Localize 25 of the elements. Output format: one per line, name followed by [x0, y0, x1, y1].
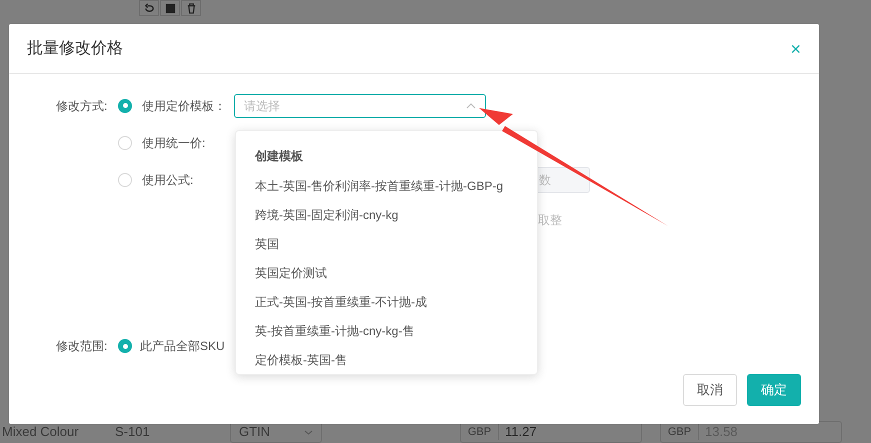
- sku-cell-text: S-101: [115, 423, 151, 442]
- dropdown-option[interactable]: 英国: [236, 229, 537, 258]
- cancel-button[interactable]: 取消: [683, 374, 737, 406]
- dialog-title: 批量修改价格: [27, 38, 123, 58]
- method-option-label[interactable]: 使用统一价:: [142, 134, 206, 152]
- method-label: 修改方式:: [56, 98, 108, 112]
- method-option-label[interactable]: 使用公式:: [142, 170, 194, 188]
- scope-option-label[interactable]: 此产品全部SKU: [140, 337, 225, 355]
- caret-icon: [466, 102, 476, 108]
- dropdown-option[interactable]: 正式-英国-按首重续重-不计抛-成: [236, 287, 537, 316]
- scope-label: 修改范围:: [56, 338, 108, 355]
- chevron-icon: [304, 430, 313, 434]
- price-value: 11.27: [504, 423, 537, 442]
- radio-button[interactable]: [118, 98, 132, 112]
- trash-icon[interactable]: [181, 0, 201, 16]
- radio-button[interactable]: [118, 136, 132, 150]
- dropdown-option[interactable]: 跨境-英国-固定利润-cny-kg: [236, 200, 537, 229]
- dropdown-option[interactable]: 定价模板-英国-售: [236, 345, 537, 374]
- method-option-label[interactable]: 使用定价模板：: [142, 96, 234, 114]
- dropdown-option[interactable]: 英-按首重续重-计抛-cny-kg-售: [236, 316, 537, 345]
- color-name-cell-text: Mixed Colour: [1, 423, 80, 442]
- radio-button[interactable]: [118, 339, 132, 353]
- dropdown-option[interactable]: 英国定价测试: [236, 258, 537, 287]
- radio-button[interactable]: [118, 172, 132, 186]
- undo-icon[interactable]: [139, 0, 159, 16]
